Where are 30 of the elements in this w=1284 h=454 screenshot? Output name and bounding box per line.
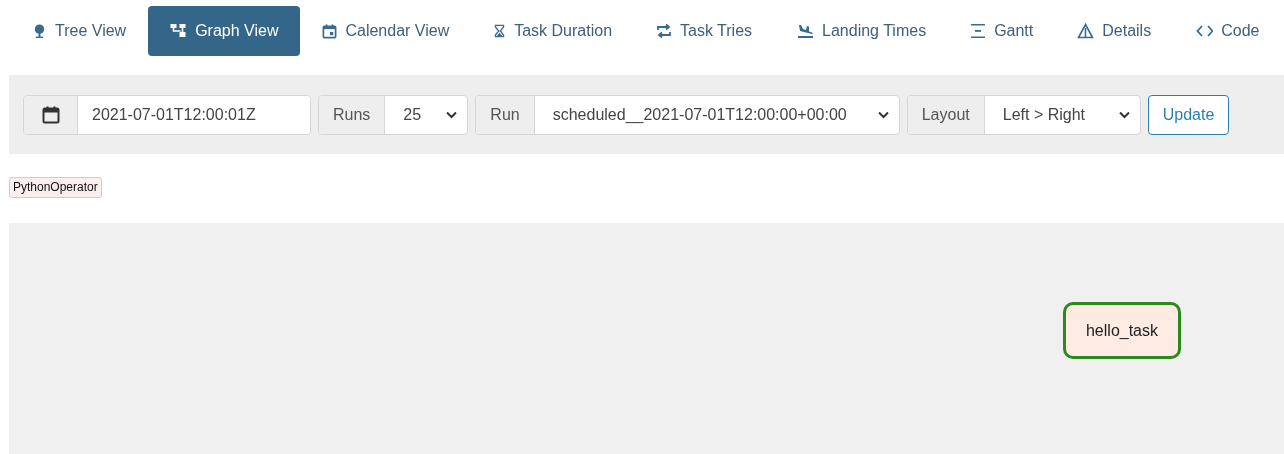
view-tab[interactable]: Task Duration [471,6,635,56]
code-icon [1195,23,1214,39]
field-label: Layout [907,95,985,134]
field-label: Runs [319,95,386,134]
repeat-icon [656,23,673,39]
view-tab[interactable]: Details [1055,6,1174,56]
view-tab[interactable]: Code [1173,6,1282,56]
task-node[interactable]: hello_task [1063,302,1181,359]
chevron-down-icon [446,110,458,119]
view-tab[interactable]: Task Tries [634,6,775,56]
legend-item: PythonOperator [9,177,102,198]
chevron-down-icon [1118,110,1130,119]
tree-icon [32,23,47,39]
chevron-down-icon [877,110,889,119]
graph-icon [170,23,188,39]
dropdown[interactable]: 25 [385,95,468,134]
view-tab[interactable]: Gantt [948,6,1056,56]
view-tab[interactable]: Graph View [148,6,301,56]
hourglass-icon [493,23,507,39]
field-label: Run [476,95,535,134]
dropdown[interactable]: Left > Right [984,95,1140,134]
view-tab[interactable]: Calendar View [300,6,472,56]
plane-landing-icon [796,23,815,39]
warning-icon [1077,23,1095,39]
dropdown[interactable]: scheduled__2021-07-01T12:00:00+00:00 [534,95,899,134]
gantt-icon [970,23,987,39]
view-tab[interactable]: Landing Times [774,6,949,56]
update-button[interactable]: Update [1147,94,1230,135]
view-tab[interactable]: Tree View [10,6,149,56]
calendar-icon [322,23,338,39]
